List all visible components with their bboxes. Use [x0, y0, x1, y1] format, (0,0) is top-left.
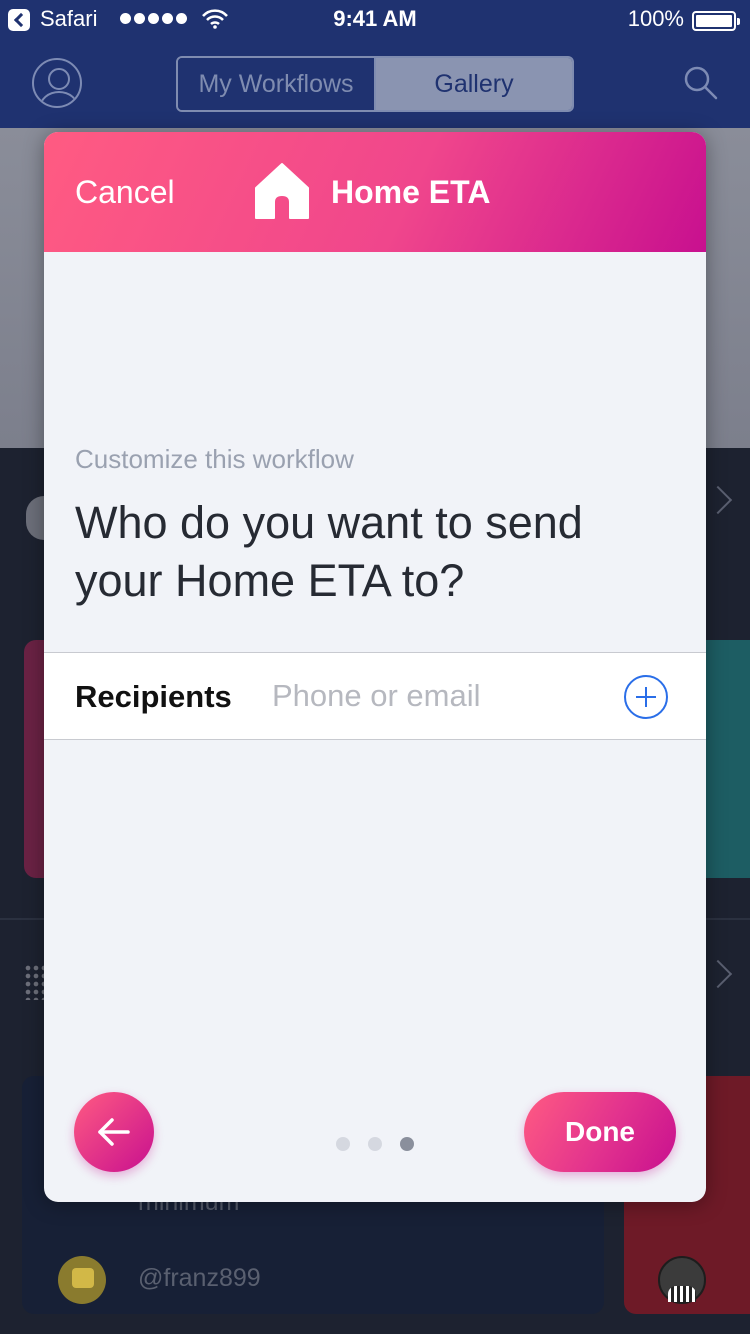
battery-icon — [692, 11, 740, 31]
segment-my-workflows[interactable]: My Workflows — [178, 58, 376, 110]
modal-subtitle: Customize this workflow — [75, 444, 354, 474]
add-recipient-icon[interactable] — [624, 675, 668, 719]
recipients-input[interactable] — [272, 675, 612, 717]
avatar — [58, 1256, 106, 1304]
background-card — [706, 640, 750, 878]
page-dot — [336, 1137, 350, 1151]
background-pixel-icon — [24, 964, 44, 1000]
home-icon — [255, 163, 309, 219]
page-dot — [368, 1137, 382, 1151]
search-icon[interactable] — [682, 64, 718, 100]
workflow-modal: Cancel Home ETA Customize this workflow … — [44, 132, 706, 1202]
segment-gallery[interactable]: Gallery — [376, 58, 572, 110]
arrow-left-icon — [98, 1118, 130, 1146]
background-username: @franz899 — [138, 1264, 261, 1292]
done-button[interactable]: Done — [524, 1092, 676, 1172]
modal-header: Cancel Home ETA — [44, 132, 706, 252]
recipients-row: Recipients — [44, 652, 706, 740]
avatar — [658, 1256, 706, 1304]
page-dot-active — [400, 1137, 414, 1151]
modal-title: Home ETA — [331, 174, 491, 210]
nav-bar: My Workflows Gallery — [0, 40, 750, 128]
recipients-label: Recipients — [75, 679, 232, 714]
back-button[interactable] — [74, 1092, 154, 1172]
segmented-control: My Workflows Gallery — [176, 56, 574, 112]
page-indicator — [336, 1137, 414, 1151]
cancel-button[interactable]: Cancel — [75, 174, 175, 211]
status-bar: Safari 9:41 AM 100% — [0, 0, 750, 40]
battery-percent: 100% — [627, 6, 684, 31]
profile-icon[interactable] — [32, 58, 82, 108]
modal-question: Who do you want to send your Home ETA to… — [75, 497, 583, 606]
